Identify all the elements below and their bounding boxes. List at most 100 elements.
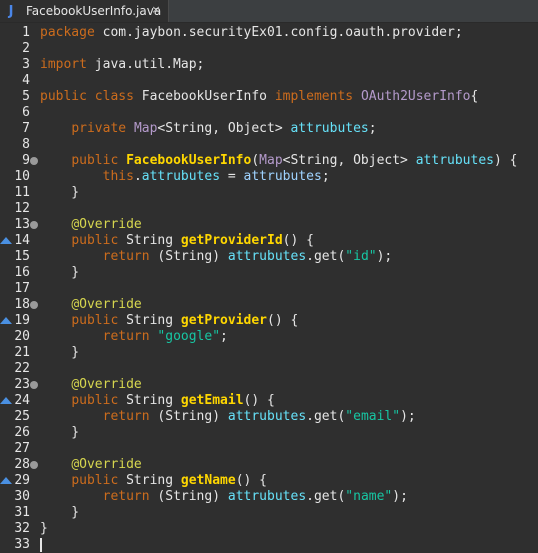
code-token: FacebookUserInfo <box>126 153 252 168</box>
code-token: ); <box>376 249 393 264</box>
code-area[interactable]: package com.jaybon.securityEx01.config.o… <box>40 23 538 552</box>
code-token: return <box>102 249 150 264</box>
code-line[interactable]: public String getProviderId() { <box>40 233 314 249</box>
code-token: "id" <box>345 249 377 264</box>
override-marker-icon[interactable] <box>0 397 12 404</box>
line-number: 25 <box>14 409 30 424</box>
tab-title: FacebookUserInfo.java <box>26 4 162 18</box>
code-token: attrubutes <box>227 249 307 264</box>
code-token: . <box>133 169 142 184</box>
code-line[interactable]: public String getProvider() { <box>40 313 298 329</box>
code-line[interactable]: this.attrubutes = attrubutes; <box>40 169 330 185</box>
code-token: String <box>118 473 181 488</box>
line-number: 1 <box>22 25 30 40</box>
code-token: (String) <box>149 409 228 424</box>
code-token: attrubutes <box>141 169 221 184</box>
code-token: () { <box>282 233 314 248</box>
code-line[interactable]: } <box>40 521 48 537</box>
code-line[interactable]: } <box>40 185 79 201</box>
override-marker-icon[interactable] <box>0 237 12 244</box>
code-token: public <box>71 313 119 328</box>
code-token: attrubutes <box>227 409 307 424</box>
code-token: private <box>71 121 127 136</box>
code-token: .get( <box>306 249 346 264</box>
fold-toggle-icon[interactable] <box>30 301 38 309</box>
code-line[interactable]: @Override <box>40 297 142 313</box>
code-token: java.util.Map; <box>86 57 205 72</box>
code-line[interactable]: return (String) attrubutes.get("email"); <box>40 409 416 425</box>
code-token: } <box>40 425 80 440</box>
code-token: .get( <box>306 489 346 504</box>
line-number: 26 <box>14 425 30 440</box>
code-token: "email" <box>345 409 401 424</box>
close-icon[interactable]: × <box>150 4 162 16</box>
fold-toggle-icon[interactable] <box>30 157 38 165</box>
code-line[interactable]: return (String) attrubutes.get("name"); <box>40 489 408 505</box>
code-token: (String) <box>149 249 228 264</box>
code-token: @Override <box>71 377 142 392</box>
code-token: ; <box>321 169 330 184</box>
code-line[interactable]: @Override <box>40 457 141 473</box>
override-marker-icon[interactable] <box>0 317 12 324</box>
code-token: } <box>40 521 48 536</box>
override-marker-icon[interactable] <box>0 477 12 484</box>
code-line[interactable]: public String getEmail() { <box>40 393 275 409</box>
code-token: () { <box>267 313 299 328</box>
code-line[interactable]: } <box>40 345 79 361</box>
fold-toggle-icon[interactable] <box>30 221 38 229</box>
code-line[interactable]: return "google"; <box>40 329 228 345</box>
code-line[interactable]: @Override <box>40 377 142 393</box>
line-number: 17 <box>14 281 30 296</box>
code-line[interactable]: } <box>40 265 79 281</box>
code-token: getName <box>180 473 236 488</box>
code-line[interactable]: } <box>40 505 79 521</box>
line-number-gutter: 1 2 3 4 5 6 7 8 9 10 11 12 13 14 15 16 17 18 19 20 21 22 23 24 2… <box>0 23 38 552</box>
code-token: } <box>40 505 80 520</box>
line-number: 18 <box>14 297 30 312</box>
code-line[interactable]: public class FacebookUserInfo implements… <box>40 89 478 105</box>
line-number: 16 <box>14 265 30 280</box>
editor-tab-bar: J FacebookUserInfo.java × <box>0 0 538 23</box>
code-line[interactable]: public FacebookUserInfo(Map<String, Obje… <box>40 153 517 169</box>
line-number: 22 <box>14 361 30 376</box>
code-token: @Override <box>71 297 142 312</box>
tab-facebookuserinfo[interactable]: J FacebookUserInfo.java × <box>0 0 169 22</box>
line-number: 21 <box>14 345 30 360</box>
line-number: 27 <box>14 441 30 456</box>
code-line[interactable]: public String getName() { <box>40 473 267 489</box>
code-token: this <box>102 169 134 184</box>
line-number: 30 <box>14 489 30 504</box>
code-line[interactable]: import java.util.Map; <box>40 57 204 73</box>
code-token: attrubutes <box>227 489 307 504</box>
code-token: <String, Object> <box>157 121 291 136</box>
code-token: ; <box>220 329 228 344</box>
code-line[interactable]: } <box>40 425 79 441</box>
line-number: 11 <box>14 185 30 200</box>
line-number: 23 <box>14 377 30 392</box>
code-line[interactable]: private Map<String, Object> attrubutes; <box>40 121 376 137</box>
code-line[interactable]: @Override <box>40 217 142 233</box>
code-token: ); <box>392 489 408 504</box>
code-token: getEmail <box>180 393 244 408</box>
code-token: public <box>71 153 119 168</box>
line-number: 9 <box>22 153 30 168</box>
code-editor[interactable]: 1 2 3 4 5 6 7 8 9 10 11 12 13 14 15 16 17 18 19 20 21 22 23 24 2… <box>0 23 538 552</box>
code-line[interactable]: package com.jaybon.securityEx01.config.o… <box>40 25 463 41</box>
code-token: = <box>220 169 244 184</box>
code-line[interactable]: return (String) attrubutes.get("id"); <box>40 249 393 265</box>
fold-toggle-icon[interactable] <box>30 381 38 389</box>
code-token: attrubutes <box>415 153 494 168</box>
code-token: public <box>71 473 119 488</box>
code-token: public <box>40 89 87 104</box>
code-token: @Override <box>71 217 142 232</box>
fold-toggle-icon[interactable] <box>30 461 38 469</box>
